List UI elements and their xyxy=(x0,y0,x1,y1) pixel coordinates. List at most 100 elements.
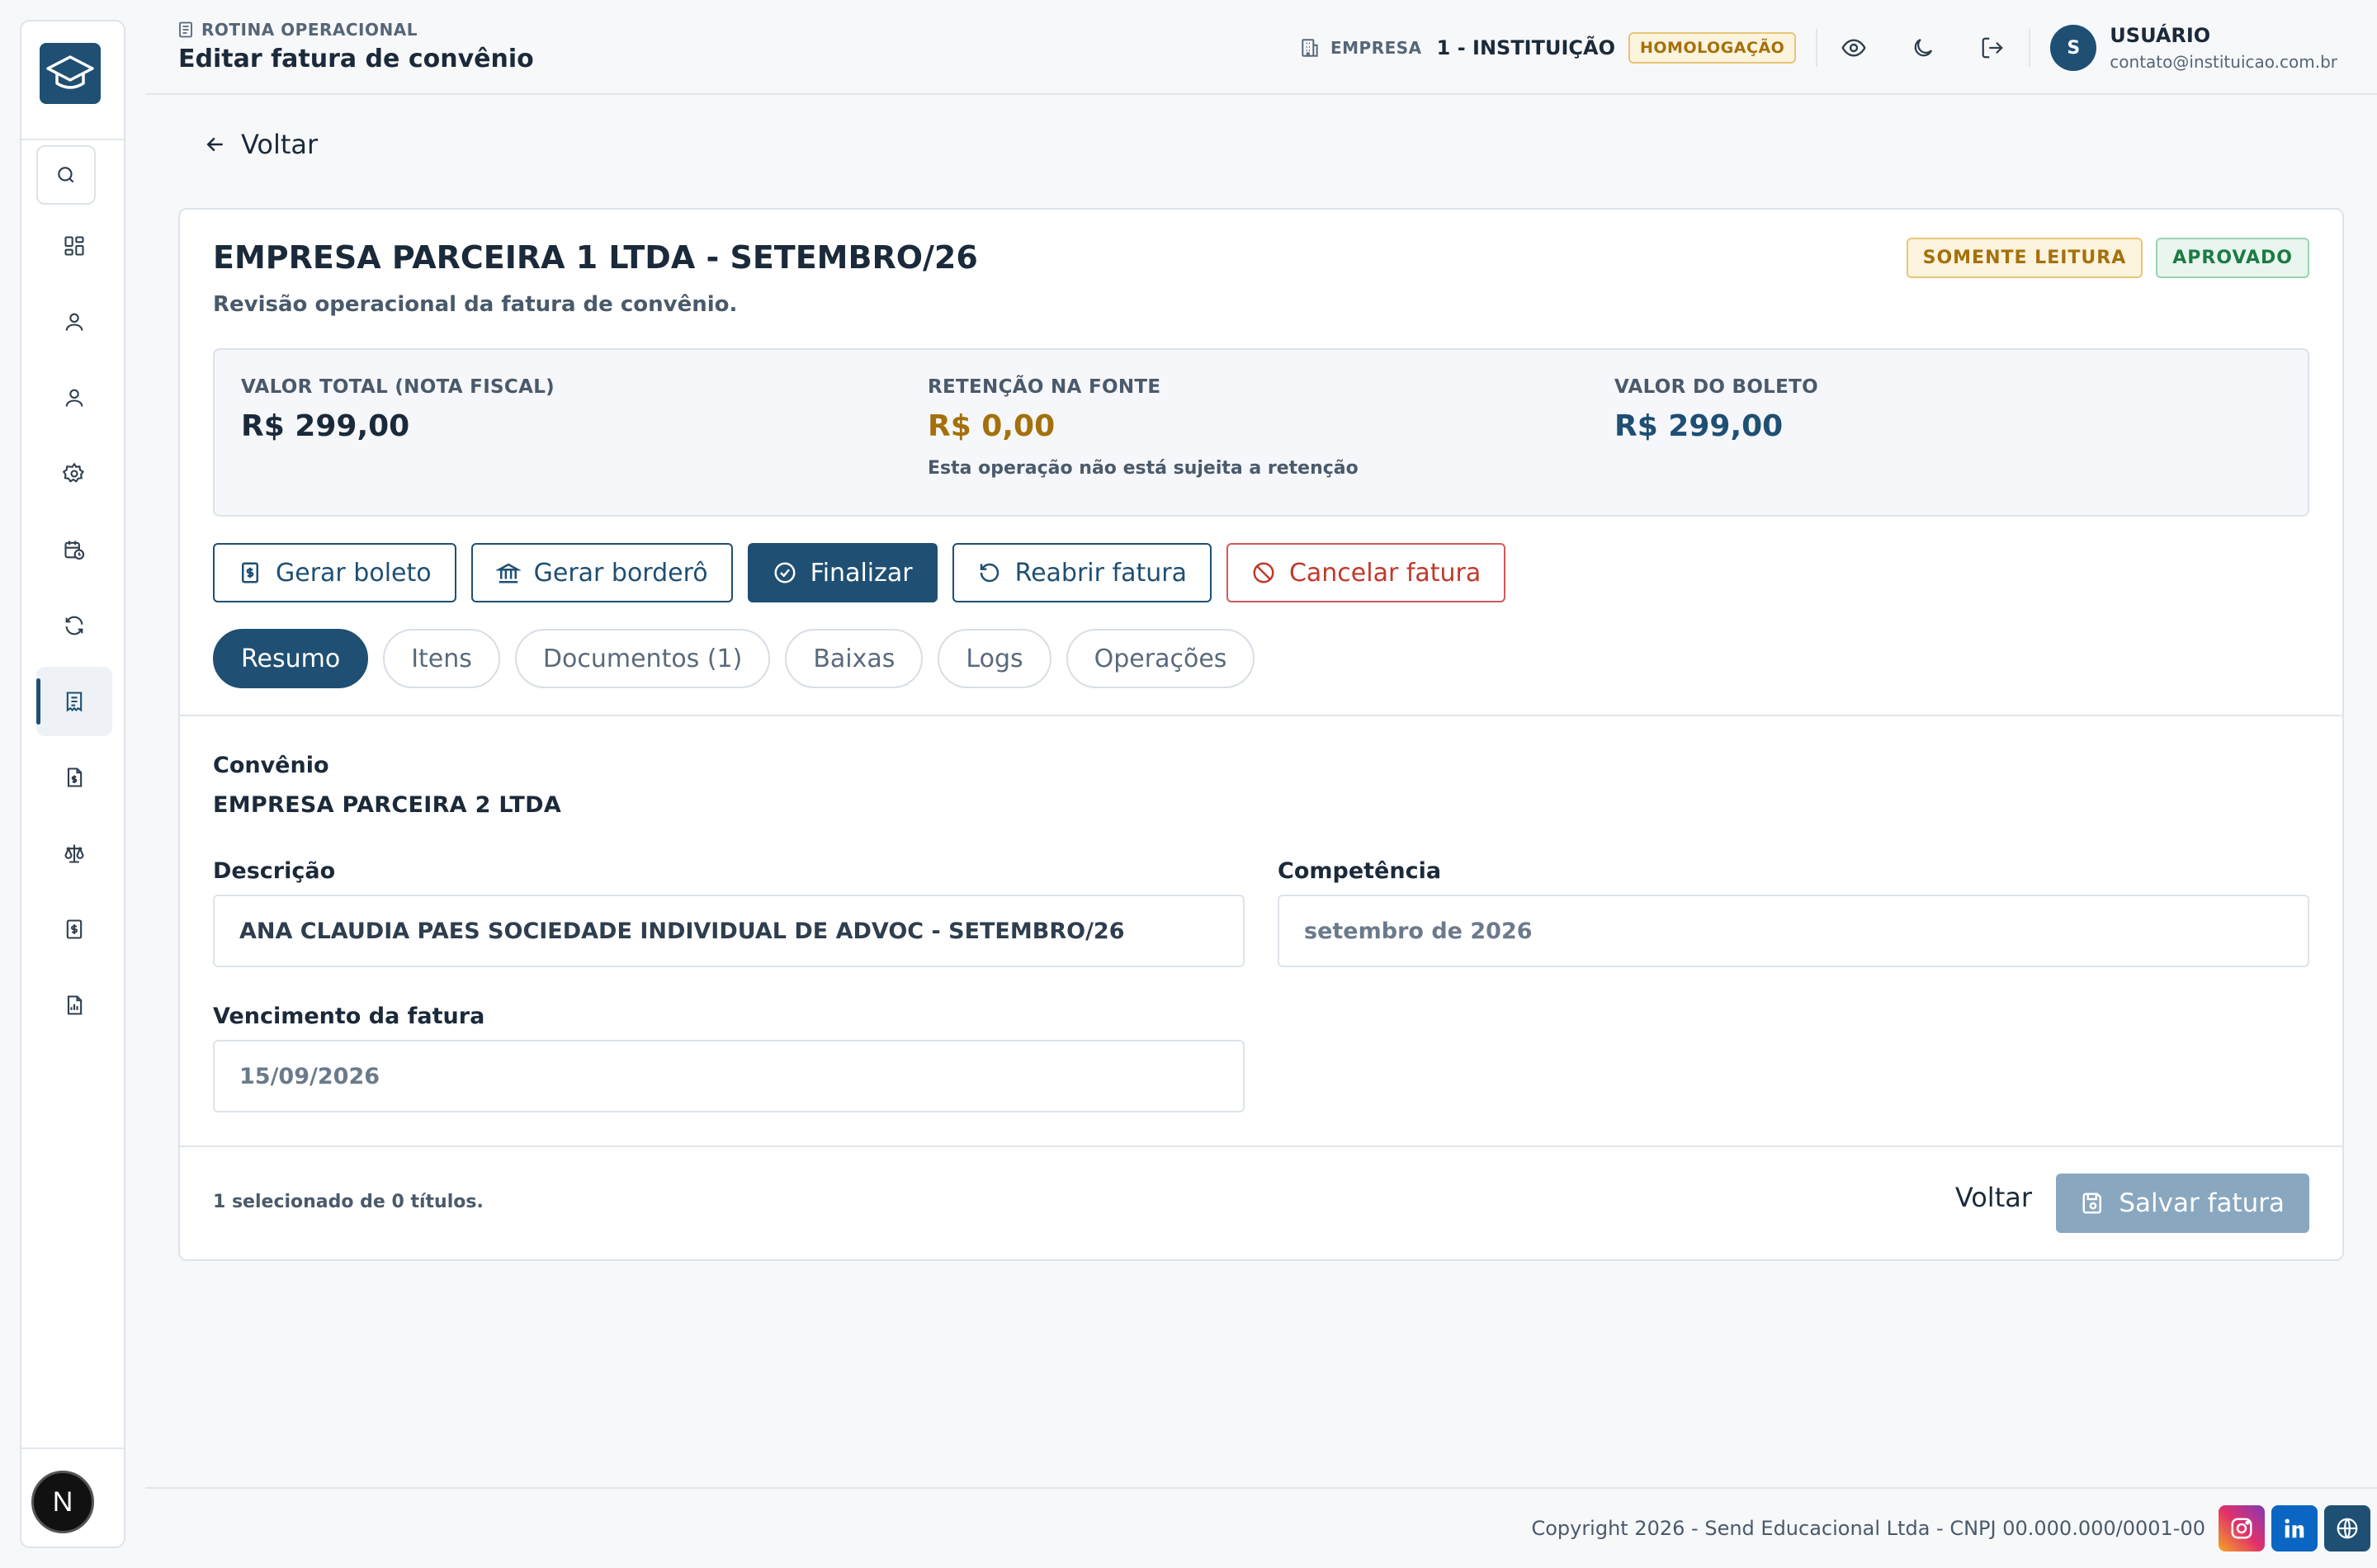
sidebar-divider xyxy=(21,1448,124,1449)
tab-operacoes[interactable]: Operações xyxy=(1066,629,1255,688)
footer-back-button[interactable]: Voltar xyxy=(1955,1182,2032,1213)
instagram-icon xyxy=(2231,1518,2252,1539)
vencimento-label: Vencimento da fatura xyxy=(213,1004,485,1029)
finalize-button[interactable]: Finalizar xyxy=(747,543,938,602)
breadcrumb-label: ROTINA OPERACIONAL xyxy=(201,20,418,40)
generate-boleto-button[interactable]: Gerar boleto xyxy=(213,543,456,602)
sidebar-item-billing[interactable] xyxy=(36,743,112,812)
sidebar-item-schedule[interactable] xyxy=(36,515,112,584)
invoice-tabs: Resumo Itens Documentos (1) Baixas Logs … xyxy=(213,629,1255,688)
sidebar-search-button[interactable] xyxy=(36,145,96,205)
summary-boleto: VALOR DO BOLETO R$ 299,00 xyxy=(1614,376,1818,443)
sidebar-item-legal[interactable] xyxy=(36,819,112,888)
bank-icon xyxy=(495,563,521,583)
convenio-label: Convênio xyxy=(213,753,329,778)
invoice-actions: Gerar boleto Gerar borderô Finalizar Rea… xyxy=(213,543,1506,602)
selection-info: 1 selecionado de 0 títulos. xyxy=(213,1192,484,1212)
arrow-left-icon xyxy=(206,137,223,152)
gear-icon xyxy=(63,462,84,483)
tab-itens[interactable]: Itens xyxy=(383,629,500,688)
descricao-field[interactable]: ANA CLAUDIA PAES SOCIEDADE INDIVIDUAL DE… xyxy=(213,895,1245,967)
retention-label: RETENÇÃO NA FONTE xyxy=(928,376,1161,398)
boleto-label: VALOR DO BOLETO xyxy=(1614,376,1818,398)
cancel-invoice-button[interactable]: Cancelar fatura xyxy=(1226,543,1506,602)
instagram-link[interactable] xyxy=(2219,1505,2265,1551)
invoice-icon xyxy=(66,692,83,712)
eye-icon xyxy=(1841,39,1866,57)
copyright-text: Copyright 2026 - Send Educacional Ltda -… xyxy=(1531,1517,2205,1540)
linkedin-link[interactable] xyxy=(2271,1505,2318,1551)
retention-value: R$ 0,00 xyxy=(928,409,1056,443)
tab-logs[interactable]: Logs xyxy=(938,629,1051,688)
header-divider xyxy=(2029,29,2031,67)
view-toggle-button[interactable] xyxy=(1837,31,1870,64)
readonly-badge: SOMENTE LEITURA xyxy=(1906,238,2143,278)
sidebar: N xyxy=(20,20,125,1548)
user-info: USUÁRIO contato@instituicao.com.br xyxy=(2110,24,2337,72)
check-circle-icon xyxy=(774,562,796,583)
receipt-dollar-icon xyxy=(242,562,258,583)
header-divider xyxy=(1816,29,1818,67)
save-invoice-button[interactable]: Salvar fatura xyxy=(2056,1174,2309,1233)
sidebar-item-dashboard[interactable] xyxy=(36,211,112,281)
generate-boleto-label: Gerar boleto xyxy=(276,558,432,588)
tab-resumo[interactable]: Resumo xyxy=(213,629,369,688)
document-icon xyxy=(179,21,192,38)
user-icon xyxy=(65,389,83,407)
status-badges: SOMENTE LEITURA APROVADO xyxy=(1906,238,2309,278)
tab-baixas[interactable]: Baixas xyxy=(785,629,924,688)
invoice-title: EMPRESA PARCEIRA 1 LTDA - SETEMBRO/26 xyxy=(213,239,978,276)
summary-total: VALOR TOTAL (NOTA FISCAL) R$ 299,00 xyxy=(241,376,555,443)
scale-icon xyxy=(64,844,84,863)
sidebar-item-reports[interactable] xyxy=(36,971,112,1040)
retention-note: Esta operação não está sujeita a retençã… xyxy=(928,458,1359,479)
logout-button[interactable] xyxy=(1976,31,2009,64)
file-dollar-icon xyxy=(67,767,83,787)
company-selector[interactable]: EMPRESA xyxy=(1299,37,1422,59)
logout-icon xyxy=(1982,37,2004,59)
sidebar-item-people[interactable] xyxy=(36,363,112,432)
top-header: ROTINA OPERACIONAL Editar fatura de conv… xyxy=(145,0,2377,95)
user-icon xyxy=(65,313,83,331)
website-link[interactable] xyxy=(2324,1505,2370,1551)
reopen-invoice-button[interactable]: Reabrir fatura xyxy=(952,543,1212,602)
save-invoice-label: Salvar fatura xyxy=(2119,1188,2285,1218)
tab-documentos[interactable]: Documentos (1) xyxy=(514,629,771,688)
competencia-field[interactable]: setembro de 2026 xyxy=(1278,895,2309,967)
user-email: contato@instituicao.com.br xyxy=(2110,52,2337,72)
framework-badge[interactable]: N xyxy=(31,1471,94,1533)
search-icon xyxy=(58,167,74,183)
back-link[interactable]: Voltar xyxy=(203,129,318,160)
sidebar-item-sync[interactable] xyxy=(36,591,112,660)
total-label: VALOR TOTAL (NOTA FISCAL) xyxy=(241,376,555,398)
generate-bordero-button[interactable]: Gerar borderô xyxy=(470,543,733,602)
total-value: R$ 299,00 xyxy=(241,409,410,443)
vencimento-field[interactable]: 15/09/2026 xyxy=(213,1040,1245,1112)
sidebar-item-users[interactable] xyxy=(36,287,112,357)
summary-retention: RETENÇÃO NA FONTE R$ 0,00 Esta operação … xyxy=(928,376,1359,479)
building-icon xyxy=(1302,39,1318,57)
graduation-cap-icon xyxy=(46,55,94,89)
status-badge: APROVADO xyxy=(2156,238,2309,278)
sidebar-item-settings[interactable] xyxy=(36,439,112,508)
app-logo[interactable] xyxy=(40,43,101,104)
ban-icon xyxy=(1253,562,1274,583)
dashboard-icon xyxy=(64,236,84,256)
sidebar-item-invoices[interactable] xyxy=(36,667,112,736)
avatar[interactable]: S xyxy=(2050,25,2097,71)
save-icon xyxy=(2082,1193,2102,1214)
sidebar-item-finance[interactable] xyxy=(36,895,112,964)
globe-icon xyxy=(2337,1518,2358,1539)
convenio-value: EMPRESA PARCEIRA 2 LTDA xyxy=(213,792,562,818)
section-divider xyxy=(180,1145,2342,1147)
back-link-label: Voltar xyxy=(241,129,319,160)
calendar-clock-icon xyxy=(64,541,85,560)
user-name: USUÁRIO xyxy=(2110,24,2211,47)
reopen-invoice-label: Reabrir fatura xyxy=(1014,558,1187,588)
theme-toggle-button[interactable] xyxy=(1907,31,1940,64)
invoice-card: EMPRESA PARCEIRA 1 LTDA - SETEMBRO/26 Re… xyxy=(178,208,2344,1261)
social-links xyxy=(2219,1505,2370,1551)
company-name: 1 - INSTITUIÇÃO xyxy=(1436,36,1615,59)
section-divider xyxy=(180,715,2342,716)
footer-divider xyxy=(145,1487,2377,1489)
